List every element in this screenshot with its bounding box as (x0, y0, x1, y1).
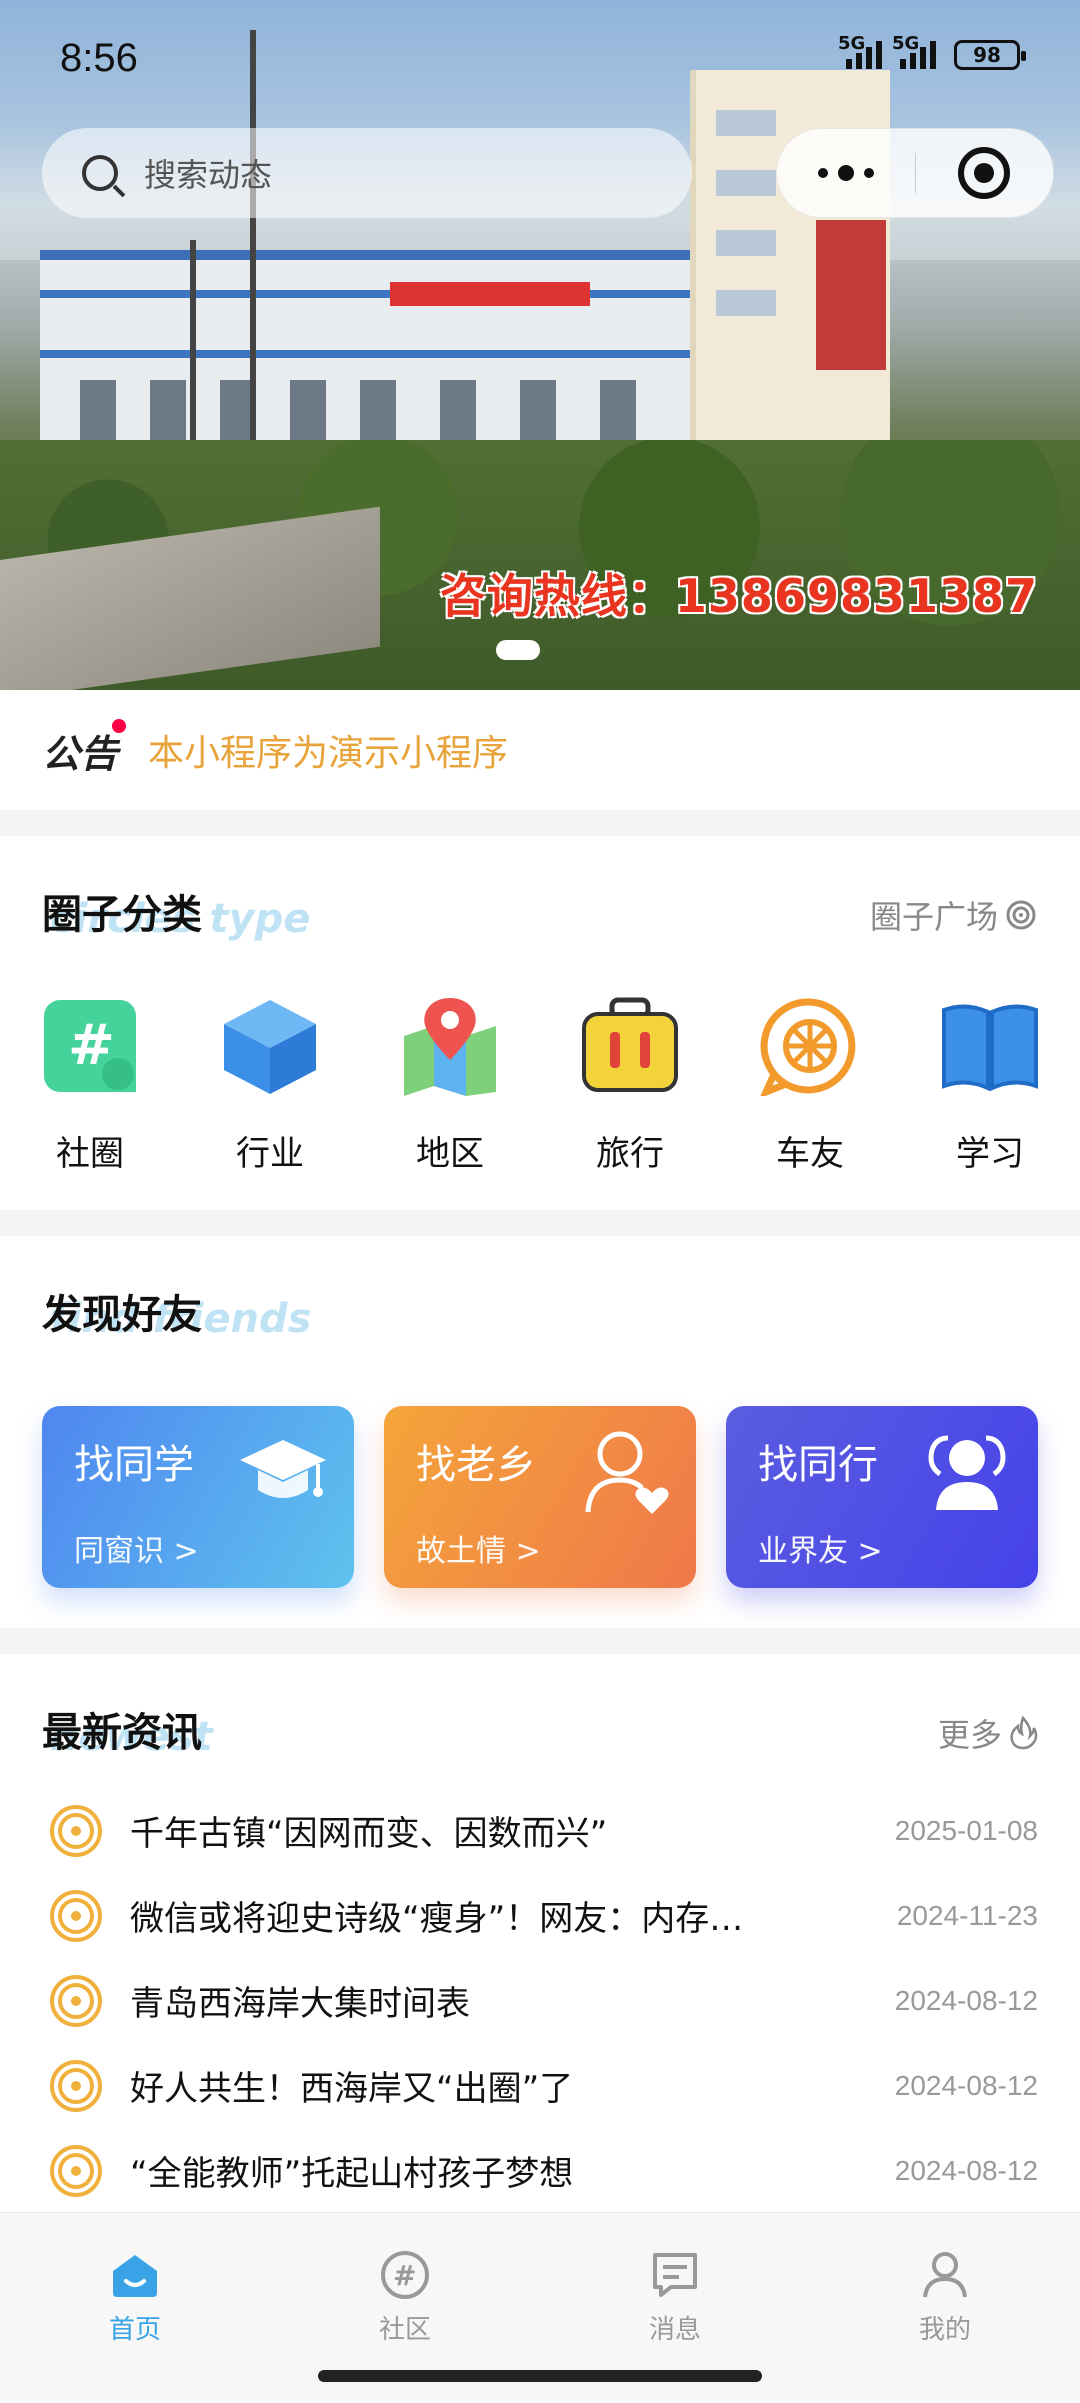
spiral-icon (1006, 900, 1036, 930)
banner-carousel[interactable]: 咨询热线：13869831387 (0, 0, 1080, 690)
community-icon: # (381, 2251, 429, 2299)
broadcast-icon (50, 1804, 102, 1857)
signal-icon: 5G (892, 33, 936, 69)
notice-text: 本小程序为演示小程序 (148, 733, 509, 774)
battery-icon: 98 (954, 40, 1026, 70)
broadcast-icon (50, 1889, 102, 1942)
book-icon (942, 1004, 1038, 1092)
news-item[interactable]: 青岛西海岸大集时间表 2024-08-12 (0, 1958, 1080, 2043)
broadcast-icon (50, 2059, 102, 2112)
category-item[interactable]: 地区 (360, 996, 540, 1175)
status-icons: 5G 5G 98 (838, 33, 1026, 70)
status-time: 8:56 (60, 36, 138, 80)
map-pin-icon (404, 998, 496, 1096)
people-icon (928, 1435, 1006, 1510)
news-item[interactable]: 微信或将迎史诗级“瘦身”！网友：内存… 2024-11-23 (0, 1873, 1080, 1958)
banner-hotline: 咨询热线：13869831387 (439, 569, 1038, 623)
find-classmate-card[interactable]: 找同学 同窗识 > (42, 1406, 354, 1588)
home-icon (113, 2255, 157, 2297)
person-heart-icon (585, 1431, 669, 1514)
tab-profile[interactable]: 我的 (845, 2249, 1045, 2346)
profile-icon (923, 2252, 967, 2298)
category-item[interactable]: # 社圈 (0, 996, 180, 1175)
hashtag-icon: # (44, 1000, 136, 1092)
banner-factory-sign (390, 282, 590, 306)
news-section: newest 最新资讯 更多 千年古镇“因网而变、因数而兴” 2025-01-0… (0, 1654, 1080, 2212)
graduation-cap-icon (240, 1440, 326, 1498)
more-label: 更多 (937, 1716, 1002, 1754)
circles-square-label: 圈子广场 (869, 898, 998, 936)
category-item[interactable]: 旅行 (540, 996, 720, 1175)
tab-community[interactable]: # 社区 (305, 2249, 505, 2346)
svg-text:#: # (393, 2259, 416, 2292)
categories-section: circles type 圈子分类 圈子广场 # 社圈 行业 地区 旅行 车友 … (0, 836, 1080, 1210)
home-indicator[interactable] (318, 2370, 762, 2382)
more-options-button[interactable] (777, 129, 915, 217)
tab-home[interactable]: 首页 (35, 2249, 235, 2346)
section-title: 圈子分类 (42, 892, 202, 938)
search-icon (82, 155, 118, 191)
section-title: 发现好友 (42, 1292, 202, 1338)
carousel-indicator (496, 640, 540, 660)
banner-tower-building (690, 70, 890, 450)
news-item[interactable]: 千年古镇“因网而变、因数而兴” 2025-01-08 (0, 1788, 1080, 1873)
notice-icon: 公告 (42, 718, 127, 778)
message-icon (653, 2253, 697, 2297)
notice-bar[interactable]: 公告 本小程序为演示小程序 (0, 690, 1080, 810)
tab-messages[interactable]: 消息 (575, 2249, 775, 2346)
news-item[interactable]: “全能教师”托起山村孩子梦想 2024-08-12 (0, 2128, 1080, 2213)
friends-section: find friends 发现好友 找同学 同窗识 > 找老乡 故土情 > 找同… (0, 1236, 1080, 1628)
circles-square-link[interactable]: 圈子广场 (870, 892, 1038, 938)
suitcase-icon (582, 997, 678, 1092)
find-hometown-card[interactable]: 找老乡 故土情 > (384, 1406, 696, 1588)
search-input[interactable]: 搜索动态 (42, 128, 692, 218)
signal-icon: 5G (838, 33, 882, 69)
search-placeholder: 搜索动态 (144, 156, 273, 194)
cube-icon (224, 1000, 316, 1094)
news-item[interactable]: 好人共生！西海岸又“出圈”了 2024-08-12 (0, 2043, 1080, 2128)
find-peer-card[interactable]: 找同行 业界友 > (726, 1406, 1038, 1588)
category-item[interactable]: 学习 (900, 996, 1080, 1175)
flame-icon (1010, 1716, 1038, 1750)
more-news-link[interactable]: 更多 (938, 1710, 1038, 1756)
wheel-icon (760, 998, 856, 1096)
broadcast-icon (50, 2144, 102, 2197)
close-miniprogram-button[interactable] (916, 129, 1054, 217)
target-icon (958, 147, 1011, 199)
category-list: # 社圈 行业 地区 旅行 车友 学习 (0, 996, 1080, 1175)
broadcast-icon (50, 1974, 102, 2027)
category-item[interactable]: 车友 (720, 996, 900, 1175)
miniprogram-capsule (776, 128, 1054, 218)
category-item[interactable]: 行业 (180, 996, 360, 1175)
svg-text:#: # (68, 1013, 115, 1078)
section-title: 最新资讯 (42, 1710, 202, 1756)
